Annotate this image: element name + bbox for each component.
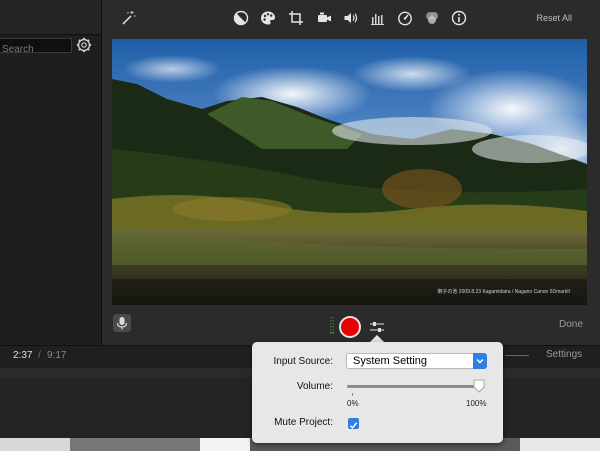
input-source-select[interactable]: System Setting <box>346 353 487 369</box>
zoom-slider-track[interactable] <box>505 355 529 356</box>
volume-label: Volume: <box>296 381 333 392</box>
camera-icon[interactable] <box>316 10 332 26</box>
volume-min-label: 0% <box>347 399 359 408</box>
speedometer-icon[interactable] <box>397 10 413 26</box>
search-input[interactable] <box>0 43 72 56</box>
equalizer-icon[interactable] <box>370 10 386 26</box>
project-duration: 9:17 <box>47 350 67 361</box>
done-button[interactable]: Done <box>559 319 583 330</box>
checkmark-icon <box>349 422 358 429</box>
mute-project-label: Mute Project: <box>274 417 333 428</box>
popover-arrow <box>370 335 384 342</box>
filters-icon[interactable] <box>424 10 440 26</box>
volume-slider-fill <box>347 385 479 388</box>
info-icon[interactable] <box>451 10 467 26</box>
crop-icon[interactable] <box>288 10 304 26</box>
time-separator: / <box>38 350 41 361</box>
input-source-label: Input Source: <box>273 356 333 367</box>
record-button[interactable] <box>339 316 361 338</box>
search-field[interactable] <box>0 38 72 56</box>
color-palette-icon[interactable] <box>260 10 276 26</box>
gear-icon[interactable] <box>76 37 92 53</box>
magic-wand-icon[interactable] <box>120 10 136 26</box>
volume-icon[interactable] <box>343 10 359 26</box>
volume-tick-min <box>352 393 353 396</box>
mute-project-checkbox[interactable] <box>348 418 359 429</box>
photo-caption: 御子の池 2009.8.23 Kagamidaira / Nagano Cano… <box>437 288 570 295</box>
reset-all-button[interactable]: Reset All <box>536 13 572 23</box>
viewer-image: 御子の池 2009.8.23 Kagamidaira / Nagano Cano… <box>112 39 587 305</box>
timeline-settings-button[interactable]: Settings <box>546 349 582 360</box>
playhead-time: 2:37 <box>13 350 33 361</box>
microphone-icon <box>116 317 128 330</box>
color-balance-icon[interactable] <box>233 10 249 26</box>
browser-header <box>0 0 101 35</box>
voiceover-mic-button[interactable] <box>113 314 131 332</box>
voiceover-options-icon[interactable] <box>369 320 385 334</box>
audio-level-meter <box>330 317 334 335</box>
volume-slider-thumb[interactable] <box>473 379 485 393</box>
input-source-value: System Setting <box>353 355 427 367</box>
chevron-down-icon <box>473 353 487 369</box>
adjustments-toolbar: Reset All <box>102 0 600 36</box>
volume-max-label: 100% <box>466 399 487 408</box>
record-icon <box>341 318 359 336</box>
